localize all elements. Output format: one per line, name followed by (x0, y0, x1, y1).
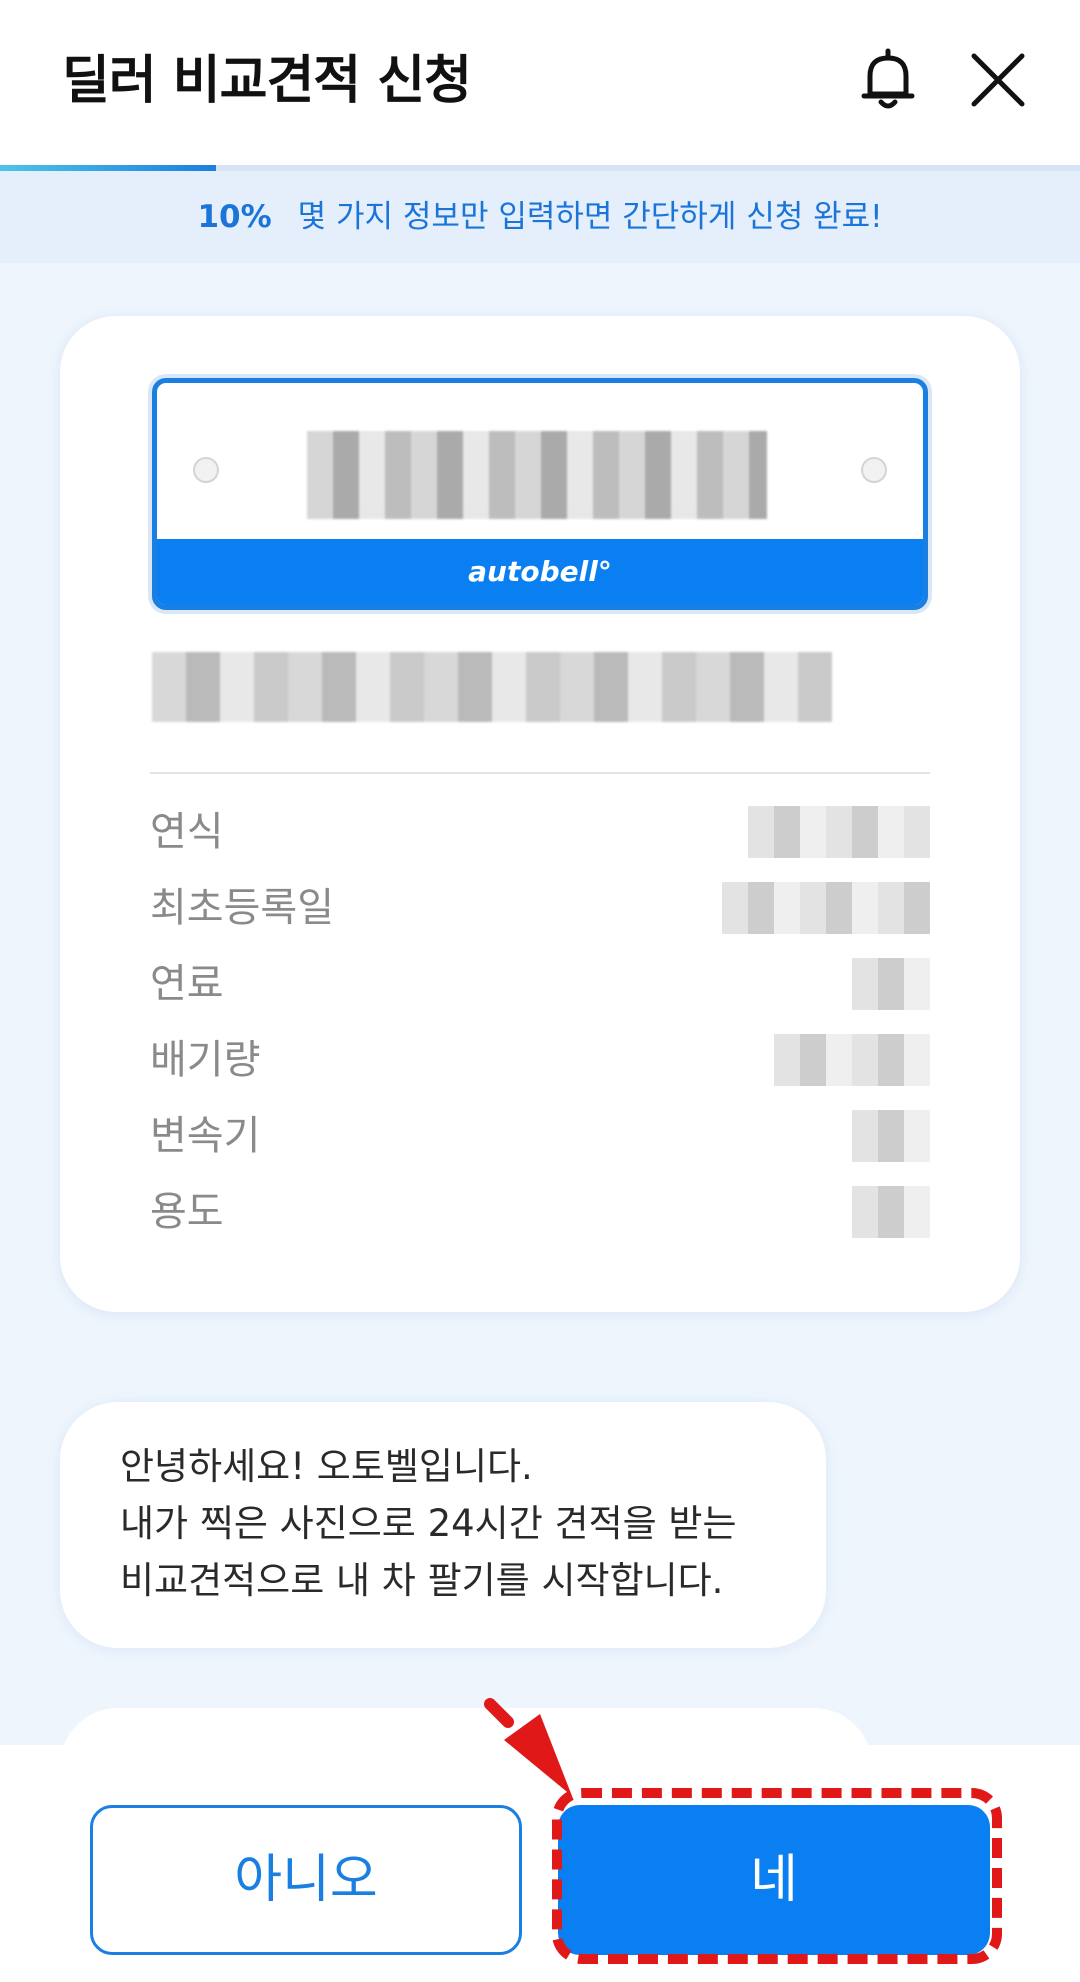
card-divider (150, 772, 930, 774)
spec-label: 배기량 (150, 1037, 261, 1083)
bell-icon[interactable] (852, 44, 924, 116)
spec-row-usage: 용도 (150, 1182, 930, 1242)
spec-label: 용도 (150, 1189, 224, 1235)
spec-row-displacement: 배기량 (150, 1030, 930, 1090)
spec-row-year: 연식 (150, 802, 930, 862)
page-title: 딜러 비교견적 신청 (62, 51, 472, 111)
chat-bubble: 안녕하세요! 오토벨입니다. 내가 찍은 사진으로 24시간 견적을 받는 비교… (60, 1402, 826, 1648)
spec-value-redacted (774, 1034, 930, 1086)
spec-row-fuel: 연료 (150, 954, 930, 1014)
app-header: 딜러 비교견적 신청 (0, 0, 1080, 165)
plate-brand-logo: autobell° (157, 539, 923, 605)
car-info-card: autobell° 연식 최초등록일 연료 배기량 변속기 용도 (60, 316, 1020, 1312)
license-plate: autobell° (152, 378, 928, 610)
spec-value-redacted (852, 1110, 930, 1162)
spec-value-redacted (748, 806, 930, 858)
highlight-box (552, 1788, 1002, 1964)
chat-line: 비교견적으로 내 차 팔기를 시작합니다. (120, 1559, 724, 1602)
no-button[interactable]: 아니오 (90, 1805, 522, 1955)
screen: 딜러 비교견적 신청 10% 몇 가지 정보만 입력하면 간단하게 신청 완료! (0, 0, 1080, 1982)
spec-row-transmission: 변속기 (150, 1106, 930, 1166)
spec-label: 연식 (150, 809, 224, 855)
progress-percent: 10% (197, 199, 272, 235)
chat-line: 안녕하세요! 오토벨입니다. (120, 1445, 533, 1488)
spec-label: 변속기 (150, 1113, 261, 1159)
pointer-arrow-icon (474, 1696, 584, 1806)
close-icon[interactable] (962, 44, 1034, 116)
plate-bolt-left (193, 457, 219, 483)
chat-line: 내가 찍은 사진으로 24시간 견적을 받는 (120, 1502, 737, 1545)
progress-banner: 10% 몇 가지 정보만 입력하면 간단하게 신청 완료! (0, 171, 1080, 263)
spec-value-redacted (722, 882, 930, 934)
spec-value-redacted (852, 958, 930, 1010)
car-model-redacted (152, 652, 832, 722)
plate-number-redacted (307, 431, 767, 519)
plate-bolt-right (861, 457, 887, 483)
spec-value-redacted (852, 1186, 930, 1238)
spec-label: 연료 (150, 961, 224, 1007)
spec-row-first-registration: 최초등록일 (150, 878, 930, 938)
progress-message: 몇 가지 정보만 입력하면 간단하게 신청 완료! (297, 199, 883, 235)
spec-label: 최초등록일 (150, 885, 334, 931)
